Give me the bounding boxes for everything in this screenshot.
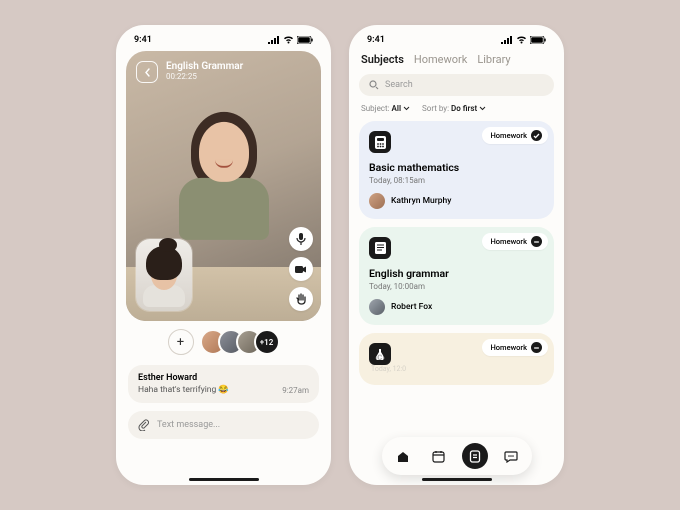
back-button[interactable] — [136, 61, 158, 83]
remote-video — [179, 122, 269, 240]
homework-pill[interactable]: Homework — [482, 339, 548, 356]
status-bar: 9:41 — [126, 35, 321, 51]
calendar-icon — [432, 450, 445, 463]
mute-button[interactable] — [289, 227, 313, 251]
teacher-row: Robert Fox — [369, 299, 544, 315]
chevron-down-icon — [479, 106, 486, 111]
more-participants-count[interactable]: +12 — [254, 329, 280, 355]
minus-icon — [531, 342, 542, 353]
signal-icon — [501, 36, 513, 44]
tabs: Subjects Homework Library — [359, 51, 554, 74]
teacher-row: Kathryn Murphy — [369, 193, 544, 209]
self-video-thumbnail[interactable] — [136, 239, 192, 311]
calculator-icon — [369, 131, 391, 153]
camera-button[interactable] — [289, 257, 313, 281]
minus-icon — [531, 236, 542, 247]
sort-filter[interactable]: Sort by: Do first — [422, 104, 486, 113]
subject-time: Today, 10:00am — [369, 282, 544, 291]
chat-message-time: 9:27am — [282, 386, 309, 395]
signal-icon — [268, 36, 280, 44]
add-participant-button[interactable]: + — [168, 329, 194, 355]
raise-hand-button[interactable] — [289, 287, 313, 311]
call-title: English Grammar — [166, 61, 243, 72]
chat-icon — [504, 450, 518, 463]
composer-placeholder: Text message... — [157, 420, 309, 430]
subject-title: English grammar — [369, 267, 544, 280]
subject-filter[interactable]: Subject: All — [361, 104, 410, 113]
tab-subjects[interactable]: Subjects — [361, 53, 404, 66]
nav-chat[interactable] — [498, 443, 524, 469]
subject-time: Today, 08:15am — [369, 176, 544, 185]
teacher-avatar — [369, 193, 385, 209]
camera-icon — [295, 265, 307, 274]
teacher-name: Kathryn Murphy — [391, 196, 451, 206]
wifi-icon — [516, 36, 527, 44]
search-input[interactable]: Search — [359, 74, 554, 96]
subject-card[interactable]: Homework Basic mathematics Today, 08:15a… — [359, 121, 554, 219]
phone-call-screen: 9:41 English Grammar 00:22:25 — [116, 25, 331, 485]
nav-notes[interactable] — [462, 443, 488, 469]
chat-sender-name: Esther Howard — [138, 373, 309, 383]
participants-row: + +12 — [128, 329, 319, 355]
bottom-nav — [382, 437, 532, 475]
chat-message-text: Haha that's terrifying 😂 — [138, 385, 229, 395]
search-placeholder: Search — [385, 80, 413, 90]
chevron-left-icon — [144, 68, 151, 77]
subject-card[interactable]: Homework English grammar Today, 10:00am … — [359, 227, 554, 325]
message-composer[interactable]: Text message... — [128, 411, 319, 439]
home-indicator — [189, 478, 259, 481]
status-time: 9:41 — [367, 35, 385, 45]
homework-pill[interactable]: Homework — [482, 233, 548, 250]
homework-pill[interactable]: Homework — [482, 127, 548, 144]
attachment-icon[interactable] — [138, 419, 149, 431]
tab-homework[interactable]: Homework — [414, 53, 467, 66]
tab-library[interactable]: Library — [477, 53, 510, 66]
teacher-avatar — [369, 299, 385, 315]
search-icon — [369, 80, 379, 90]
subject-title-partial: Sci — [371, 352, 385, 363]
call-controls — [289, 227, 313, 311]
call-header-text: English Grammar 00:22:25 — [166, 61, 243, 81]
document-icon — [469, 450, 481, 463]
subject-card[interactable]: Homework Sci Today, 12:0 — [359, 333, 554, 385]
book-icon — [369, 237, 391, 259]
check-icon — [531, 130, 542, 141]
status-icons — [501, 36, 546, 44]
hand-icon — [296, 293, 307, 305]
filters-row: Subject: All Sort by: Do first — [359, 104, 554, 121]
nav-home[interactable] — [390, 443, 416, 469]
video-call-card: English Grammar 00:22:25 — [126, 51, 321, 321]
subject-time-partial: Today, 12:0 — [371, 365, 406, 373]
mic-icon — [296, 233, 306, 245]
chat-message-card[interactable]: Esther Howard Haha that's terrifying 😂 9… — [128, 365, 319, 403]
nav-calendar[interactable] — [426, 443, 452, 469]
wifi-icon — [283, 36, 294, 44]
home-indicator — [422, 478, 492, 481]
home-icon — [396, 450, 410, 463]
call-duration: 00:22:25 — [166, 72, 243, 81]
status-bar: 9:41 — [359, 35, 554, 51]
battery-icon — [297, 36, 313, 44]
phone-subjects-screen: 9:41 Subjects Homework Library Search Su… — [349, 25, 564, 485]
battery-icon — [530, 36, 546, 44]
subject-title: Basic mathematics — [369, 161, 544, 174]
teacher-name: Robert Fox — [391, 302, 432, 312]
status-time: 9:41 — [134, 35, 152, 45]
chevron-down-icon — [403, 106, 410, 111]
status-icons — [268, 36, 313, 44]
